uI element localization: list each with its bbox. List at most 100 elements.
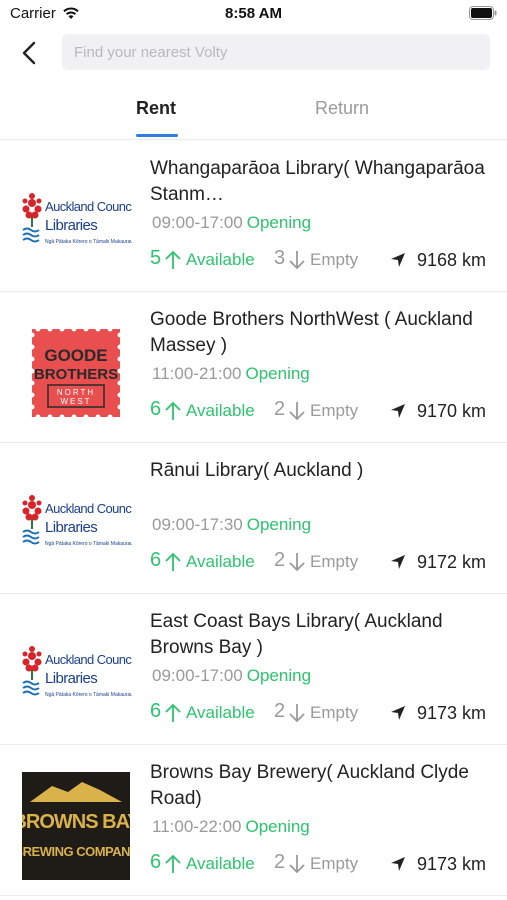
station-hours-line: 11:00-21:00 Opening [152, 364, 310, 384]
station-hours: 09:00-17:00 [152, 213, 243, 232]
station-stats: 6 Available 2 Empty 9173 km [150, 851, 490, 877]
station-item[interactable]: GOODE BROTHERS NORTH WEST Goode Brothers… [0, 292, 507, 443]
station-hours-line: 11:00-22:00 Opening [152, 817, 310, 837]
station-item[interactable]: BROWNS BAY BREWING COMPANY Browns Bay Br… [0, 745, 507, 896]
navigation-arrow-icon [391, 253, 405, 267]
arrow-up-icon [165, 552, 181, 571]
logo-text: Auckland Council [45, 199, 132, 214]
station-status: Opening [246, 213, 312, 232]
station-hours: 09:00-17:30 [152, 515, 243, 534]
goode-brothers-logo: GOODE BROTHERS NORTH WEST [20, 318, 132, 428]
arrow-up-icon [165, 854, 181, 873]
station-stats: 6 Available 2 Empty 9173 km [150, 700, 490, 726]
empty-label: Empty [310, 552, 359, 571]
station-item[interactable]: Auckland Council Libraries Ngā Pātaka Kō… [0, 141, 507, 292]
station-status: Opening [245, 817, 310, 836]
station-name: Goode Brothers NorthWest ( Auckland Mass… [150, 309, 473, 356]
navigation-arrow-icon [391, 555, 405, 569]
station-status: Opening [246, 666, 312, 685]
arrow-down-icon [289, 855, 305, 874]
battery-icon [469, 6, 497, 20]
tab-rent[interactable]: Rent [110, 98, 202, 119]
tab-active-indicator [136, 134, 178, 137]
station-hours: 09:00-17:00 [152, 666, 243, 685]
status-bar: Carrier 8:58 AM [0, 0, 507, 30]
station-list: Auckland Council Libraries Ngā Pātaka Kō… [0, 141, 507, 896]
available-count: 6 [150, 549, 162, 571]
station-hours-line: 09:00-17:30 Opening [152, 515, 311, 535]
arrow-up-icon [165, 401, 181, 420]
arrow-down-icon [289, 553, 305, 572]
available-count: 6 [150, 851, 162, 873]
navigation-arrow-icon [391, 706, 405, 720]
svg-text:Ngā Pātaka Kōrero o Tāmaki Mak: Ngā Pātaka Kōrero o Tāmaki Makaurau [45, 541, 132, 547]
svg-text:Auckland Council: Auckland Council [45, 501, 132, 516]
auckland-council-libraries-logo: Auckland Council Libraries Ngā Pātaka Kō… [20, 167, 132, 277]
search-input[interactable] [62, 34, 490, 70]
station-hours: 11:00-21:00 [152, 364, 242, 383]
auckland-council-libraries-logo: Auckland Council Libraries Ngā Pātaka Kō… [20, 469, 132, 579]
station-status: Opening [246, 515, 312, 534]
station-stats: 6 Available 2 Empty 9172 km [150, 549, 490, 575]
auckland-council-libraries-logo: Auckland Council Libraries Ngā Pātaka Kō… [20, 620, 132, 730]
available-label: Available [186, 401, 255, 420]
available-label: Available [186, 552, 255, 571]
empty-count: 2 [274, 549, 286, 571]
empty-count: 3 [274, 247, 286, 269]
svg-text:WEST: WEST [60, 397, 91, 406]
tab-return[interactable]: Return [296, 98, 388, 119]
back-button[interactable] [14, 38, 44, 68]
available-label: Available [186, 854, 255, 873]
arrow-down-icon [289, 402, 305, 421]
browns-bay-brewing-logo: BROWNS BAY BREWING COMPANY [20, 771, 132, 881]
available-count: 5 [150, 247, 162, 269]
arrow-down-icon [289, 704, 305, 723]
station-distance: 9173 km [416, 854, 486, 874]
svg-text:BROTHERS: BROTHERS [34, 366, 118, 383]
arrow-up-icon [165, 703, 181, 722]
station-item[interactable]: Auckland Council Libraries Ngā Pātaka Kō… [0, 443, 507, 594]
empty-label: Empty [310, 250, 359, 269]
station-status: Opening [245, 364, 310, 383]
tab-bar: Rent Return [0, 88, 507, 140]
arrow-up-icon [165, 250, 181, 269]
arrow-down-icon [289, 251, 305, 270]
station-name: East Coast Bays Library( Auckland Browns… [150, 611, 443, 658]
svg-text:Ngā Pātaka Kōrero o Tāmaki Mak: Ngā Pātaka Kōrero o Tāmaki Makaurau [45, 692, 132, 698]
empty-label: Empty [310, 401, 359, 420]
station-name: Browns Bay Brewery( Auckland Clyde Road) [150, 762, 469, 809]
station-item[interactable]: Auckland Council Libraries Ngā Pātaka Kō… [0, 594, 507, 745]
chevron-left-icon [22, 41, 36, 65]
svg-text:BROWNS BAY: BROWNS BAY [22, 811, 130, 833]
svg-text:Libraries: Libraries [45, 519, 97, 536]
available-count: 6 [150, 700, 162, 722]
svg-text:BREWING COMPANY: BREWING COMPANY [22, 844, 130, 859]
station-hours-line: 09:00-17:00 Opening [152, 213, 311, 233]
svg-text:Libraries: Libraries [45, 217, 97, 234]
svg-text:Libraries: Libraries [45, 670, 97, 687]
station-name: Rānui Library( Auckland ) [150, 460, 364, 481]
station-distance: 9173 km [416, 703, 486, 723]
svg-text:GOODE: GOODE [44, 346, 107, 365]
available-label: Available [186, 250, 255, 269]
station-stats: 5 Available 3 Empty 9168 km [150, 247, 490, 273]
empty-count: 2 [274, 398, 286, 420]
empty-label: Empty [310, 854, 359, 873]
search-box[interactable] [62, 34, 490, 70]
empty-count: 2 [274, 851, 286, 873]
empty-count: 2 [274, 700, 286, 722]
station-distance: 9168 km [416, 250, 486, 270]
navigation-arrow-icon [391, 857, 405, 871]
station-distance: 9170 km [416, 401, 486, 421]
station-hours: 11:00-22:00 [152, 817, 242, 836]
svg-text:NORTH: NORTH [57, 388, 95, 397]
clock: 8:58 AM [225, 5, 282, 22]
station-stats: 6 Available 2 Empty 9170 km [150, 398, 490, 424]
empty-label: Empty [310, 703, 359, 722]
station-hours-line: 09:00-17:00 Opening [152, 666, 311, 686]
available-label: Available [186, 703, 255, 722]
available-count: 6 [150, 398, 162, 420]
station-name: Whangaparāoa Library( Whangaparāoa Stanm… [150, 158, 485, 205]
station-distance: 9172 km [416, 552, 486, 572]
svg-text:Auckland Council: Auckland Council [45, 652, 132, 667]
